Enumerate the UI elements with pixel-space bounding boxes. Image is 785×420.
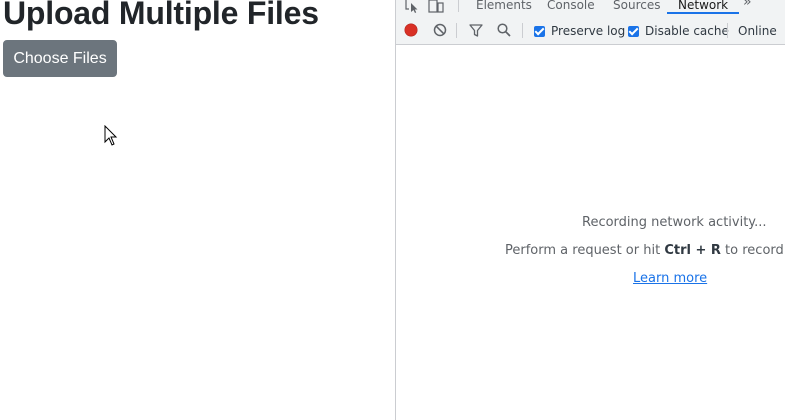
shortcut-ctrl: Ctrl xyxy=(664,243,691,258)
tab-console[interactable]: Console xyxy=(547,0,595,14)
tab-sources[interactable]: Sources xyxy=(613,0,660,14)
devtools-panel: Elements Console Sources Network » Prese… xyxy=(395,0,785,420)
tab-network[interactable]: Network xyxy=(667,0,740,14)
shortcut-key: R xyxy=(710,243,721,258)
page-title: Upload Multiple Files xyxy=(3,0,319,31)
tab-elements[interactable]: Elements xyxy=(476,0,532,14)
learn-more-link[interactable]: Learn more xyxy=(633,271,707,286)
disable-cache-checkbox[interactable]: Disable cache xyxy=(628,23,729,39)
recording-message: Recording network activity... xyxy=(582,215,767,230)
learn-more-line: Learn more xyxy=(633,271,707,286)
record-hint-prefix: Perform a request or hit xyxy=(505,243,665,258)
search-icon[interactable] xyxy=(497,23,511,37)
toolbar-divider xyxy=(727,23,728,38)
record-icon[interactable] xyxy=(404,23,418,37)
disable-cache-label: Disable cache xyxy=(645,24,729,38)
preserve-log-check-icon[interactable] xyxy=(534,25,545,37)
tabbar-divider xyxy=(458,0,459,12)
preserve-log-checkbox[interactable]: Preserve log xyxy=(534,23,625,39)
record-hint: Perform a request or hit Ctrl + R to rec… xyxy=(505,243,785,258)
preserve-log-label: Preserve log xyxy=(551,24,626,38)
toolbar-divider xyxy=(522,23,523,38)
devtools-tabbar: Elements Console Sources Network » xyxy=(396,0,785,18)
shortcut-plus: + xyxy=(690,243,711,258)
choose-files-button[interactable]: Choose Files xyxy=(3,40,117,77)
throttling-select[interactable]: Online xyxy=(738,23,777,39)
more-tabs-icon[interactable]: » xyxy=(743,0,752,10)
inspect-element-icon[interactable] xyxy=(404,0,420,14)
record-hint-suffix: to record the xyxy=(725,243,785,258)
device-toolbar-icon[interactable] xyxy=(428,0,444,14)
network-empty-state: Recording network activity... Perform a … xyxy=(396,45,785,420)
web-page: Upload Multiple Files Choose Files xyxy=(0,0,395,420)
throttling-value: Online xyxy=(738,24,777,38)
clear-icon[interactable] xyxy=(433,23,447,37)
filter-icon[interactable] xyxy=(469,24,483,38)
toolbar-divider xyxy=(456,23,457,38)
mouse-cursor-icon xyxy=(104,125,118,146)
network-toolbar: Preserve log Disable cache Online xyxy=(396,17,785,45)
disable-cache-check-icon[interactable] xyxy=(628,25,639,37)
